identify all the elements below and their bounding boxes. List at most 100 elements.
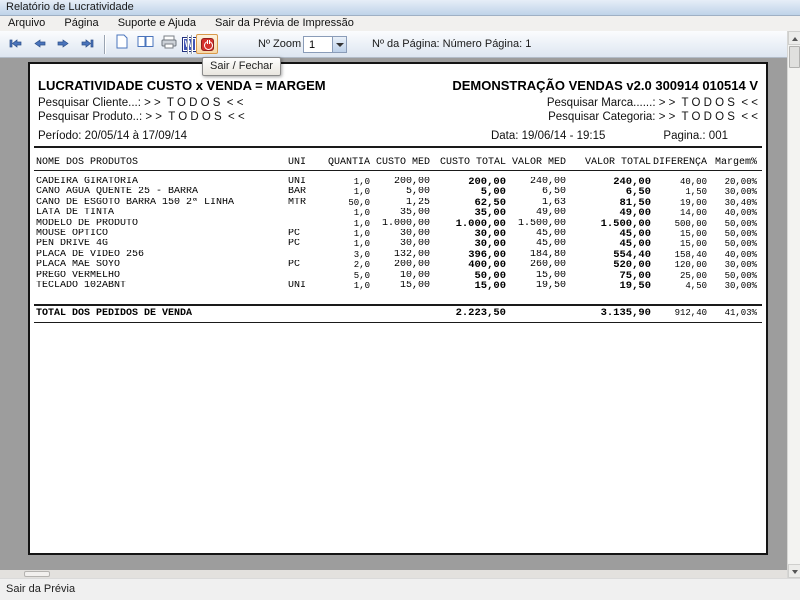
- toolbar-separator: [191, 35, 192, 54]
- scroll-down-button[interactable]: [788, 564, 800, 578]
- cell-product-name: MOUSE OPTICO: [36, 229, 288, 239]
- cell-margem: 30,00%: [707, 260, 757, 270]
- horizontal-scroll-thumb[interactable]: [24, 571, 50, 577]
- vertical-scroll-thumb[interactable]: [789, 46, 800, 68]
- print-button[interactable]: [158, 34, 180, 54]
- table-row: MODELO DE PRODUTO 1,0 1.000,00 1.000,00 …: [36, 219, 757, 229]
- cell-product-name: CADEIRA GIRATORIA: [36, 177, 288, 187]
- filter-cliente: Pesquisar Cliente...: > > T O D O S < <: [38, 97, 243, 109]
- single-page-view-button[interactable]: [110, 34, 132, 54]
- header-valor-med: VALOR MED: [506, 157, 566, 168]
- cell-valor-med: 240,00: [506, 177, 566, 187]
- cell-valor-med: 1,63: [506, 198, 566, 208]
- last-page-button[interactable]: [76, 34, 98, 54]
- total-valor-total: 3.135,90: [566, 308, 651, 320]
- cell-valor-total: 554,40: [566, 250, 651, 260]
- titlebar[interactable]: Relatório de Lucratividade: [0, 0, 800, 16]
- header-valor-total: VALOR TOTAL: [566, 157, 651, 168]
- cell-product-name: LATA DE TINTA: [36, 208, 288, 218]
- cell-valor-total: 75,00: [566, 271, 651, 281]
- cell-custo-med: 1,25: [370, 198, 430, 208]
- cell-uni: PC: [288, 229, 318, 239]
- cell-uni: [288, 208, 318, 218]
- previous-page-icon: [33, 35, 46, 53]
- total-label: TOTAL DOS PEDIDOS DE VENDA: [36, 308, 288, 320]
- next-page-icon: [57, 35, 70, 53]
- table-row: PREGO VERMELHO 5,0 10,00 50,00 15,00 75,…: [36, 271, 757, 281]
- cell-quantia: 1,0: [318, 281, 370, 291]
- zoom-dropdown-button[interactable]: [332, 37, 346, 52]
- chevron-down-icon: [336, 43, 344, 47]
- first-page-button[interactable]: [4, 34, 26, 54]
- filter-produto: Pesquisar Produto..: > > T O D O S < <: [38, 111, 245, 123]
- cell-valor-med: 19,50: [506, 281, 566, 291]
- arrow-down-icon: [792, 570, 798, 574]
- header-custo-med: CUSTO MED: [370, 157, 430, 168]
- cell-uni: UNI: [288, 177, 318, 187]
- exit-preview-button[interactable]: [196, 34, 218, 54]
- cell-quantia: 5,0: [318, 271, 370, 281]
- report-page: LUCRATIVIDADE CUSTO x VENDA = MARGEM DEM…: [28, 62, 768, 555]
- pagina-text: Pagina.: 001: [663, 130, 728, 142]
- cell-valor-med: 45,00: [506, 239, 566, 249]
- cell-valor-total: 520,00: [566, 260, 651, 270]
- cell-valor-med: 184,80: [506, 250, 566, 260]
- horizontal-scrollbar[interactable]: [0, 570, 787, 578]
- cell-custo-total: 35,00: [430, 208, 506, 218]
- cell-diferenca: 15,00: [651, 239, 707, 249]
- menu-suporte-e-ajuda[interactable]: Suporte e Ajuda: [110, 16, 204, 31]
- cell-margem: 20,00%: [707, 177, 757, 187]
- cell-uni: [288, 271, 318, 281]
- cell-uni: BAR: [288, 187, 318, 197]
- cell-valor-med: 6,50: [506, 187, 566, 197]
- divider: [34, 170, 762, 171]
- report-titles: LUCRATIVIDADE CUSTO x VENDA = MARGEM DEM…: [38, 78, 758, 93]
- total-row: TOTAL DOS PEDIDOS DE VENDA 2.223,50 3.13…: [36, 308, 757, 320]
- cell-valor-total: 240,00: [566, 177, 651, 187]
- filter-marca: Pesquisar Marca......: > > T O D O S < <: [547, 97, 758, 109]
- menu-pagina[interactable]: Página: [56, 16, 106, 31]
- cell-margem: 40,00%: [707, 250, 757, 260]
- divider: [34, 146, 762, 148]
- cell-valor-total: 45,00: [566, 239, 651, 249]
- cell-margem: 30,00%: [707, 187, 757, 197]
- cell-valor-total: 49,00: [566, 208, 651, 218]
- toolbar-separator: [187, 35, 188, 54]
- cell-custo-med: 1.000,00: [370, 219, 430, 229]
- cell-diferenca: 158,40: [651, 250, 707, 260]
- cell-product-name: MODELO DE PRODUTO: [36, 219, 288, 229]
- cell-quantia: 1,0: [318, 229, 370, 239]
- statusbar: Sair da Prévia: [0, 578, 800, 600]
- cell-diferenca: 15,00: [651, 229, 707, 239]
- cell-custo-total: 5,00: [430, 187, 506, 197]
- cell-custo-total: 1.000,00: [430, 219, 506, 229]
- zoom-select[interactable]: 1: [303, 36, 347, 53]
- table-header: NOME DOS PRODUTOS UNI QUANTIA CUSTO MED …: [36, 157, 757, 168]
- word-export-icon: W: [182, 37, 197, 52]
- cell-quantia: 1,0: [318, 208, 370, 218]
- toolbar: W Nº Zoom 1 Nº da Página: Número Página:…: [0, 31, 787, 58]
- cell-custo-total: 30,00: [430, 239, 506, 249]
- vertical-scrollbar[interactable]: [787, 31, 800, 578]
- table-row: CADEIRA GIRATORIA UNI 1,0 200,00 200,00 …: [36, 177, 757, 187]
- report-title-right: DEMONSTRAÇÃO VENDAS v2.0 300914 010514 V: [452, 78, 758, 93]
- cell-product-name: TECLADO 102ABNT: [36, 281, 288, 291]
- table-row: LATA DE TINTA 1,0 35,00 35,00 49,00 49,0…: [36, 208, 757, 218]
- menu-arquivo[interactable]: Arquivo: [0, 16, 53, 31]
- menu-sair-da-previa[interactable]: Sair da Prévia de Impressão: [207, 16, 362, 31]
- facing-pages-view-button[interactable]: [134, 34, 156, 54]
- cell-diferenca: 14,00: [651, 208, 707, 218]
- table-row: CANO AGUA QUENTE 25 - BARRA BAR 1,0 5,00…: [36, 187, 757, 197]
- cell-custo-med: 10,00: [370, 271, 430, 281]
- cell-valor-med: 49,00: [506, 208, 566, 218]
- cell-product-name: CANO DE ESGOTO BARRA 150 2ª LINHA: [36, 198, 288, 208]
- cell-margem: 30,00%: [707, 281, 757, 291]
- previous-page-button[interactable]: [28, 34, 50, 54]
- cell-diferenca: 19,00: [651, 198, 707, 208]
- scroll-up-button[interactable]: [788, 31, 800, 45]
- last-page-icon: [81, 35, 94, 53]
- table-row: PLACA DE VÍDEO 256 3,0 132,00 396,00 184…: [36, 250, 757, 260]
- single-page-icon: [115, 34, 128, 54]
- periodo-text: Período: 20/05/14 à 17/09/14: [38, 130, 187, 142]
- next-page-button[interactable]: [52, 34, 74, 54]
